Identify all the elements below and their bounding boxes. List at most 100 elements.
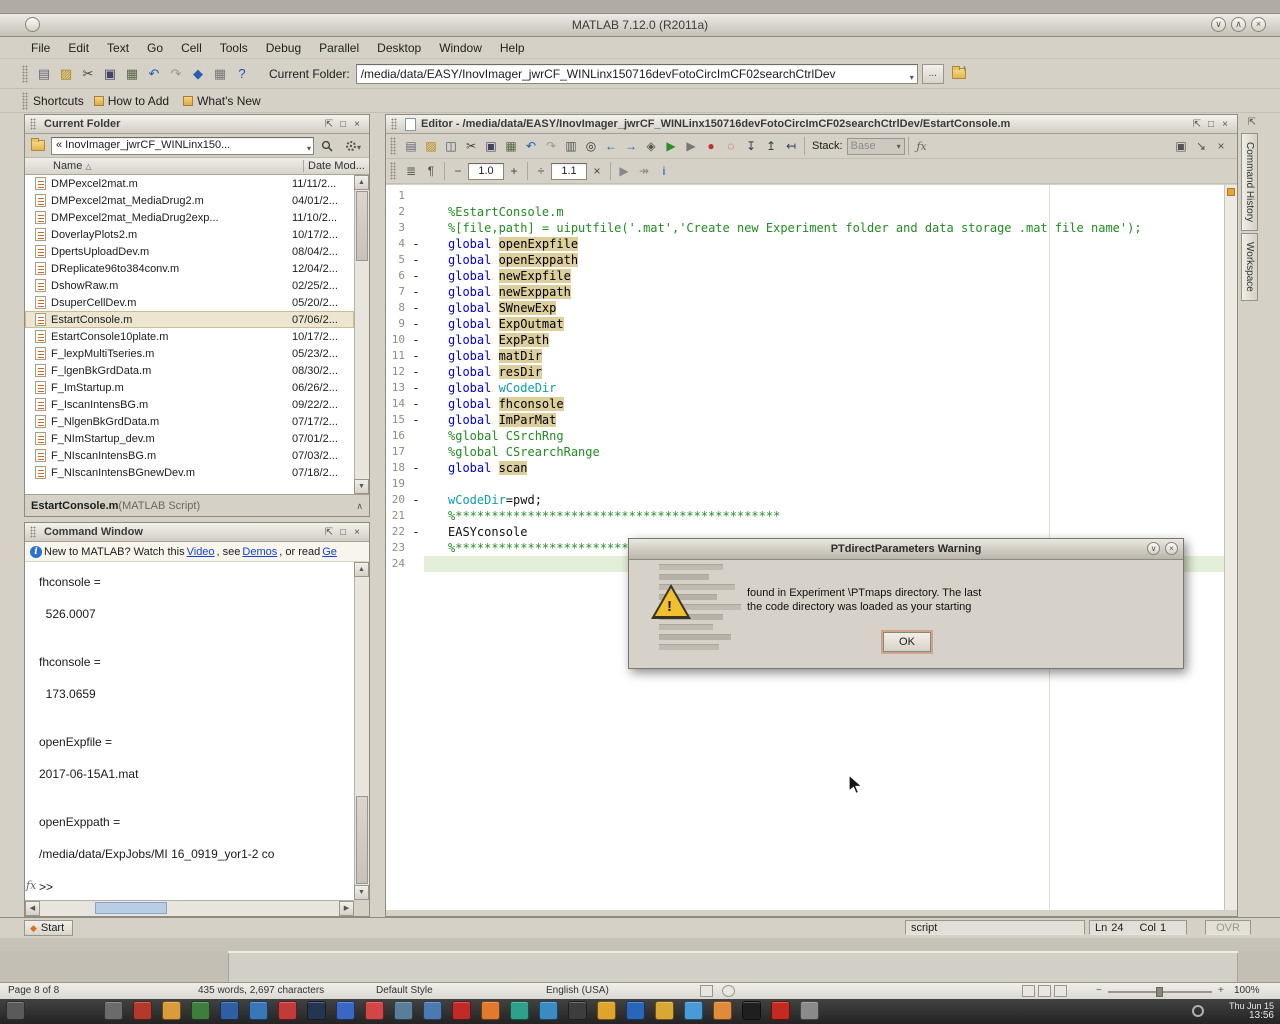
scrollbar-thumb[interactable] bbox=[356, 191, 368, 261]
taskbar-clock[interactable]: Thu Jun 15 13:56 bbox=[1229, 1001, 1274, 1021]
code-line[interactable]: 5-global openExppath bbox=[386, 252, 1224, 268]
close-window-button[interactable]: × bbox=[1251, 17, 1266, 32]
breakpoint-gutter[interactable]: - bbox=[408, 316, 424, 332]
close-icon[interactable]: × bbox=[350, 526, 364, 539]
scrollbar-up-icon[interactable]: ▲ bbox=[354, 562, 369, 577]
writer-word-count[interactable]: 435 words, 2,697 characters bbox=[198, 985, 324, 996]
breakpoint-gutter[interactable] bbox=[408, 556, 424, 572]
menu-item[interactable]: File bbox=[22, 38, 59, 58]
toolbar-drag-handle[interactable] bbox=[390, 162, 396, 180]
code-text[interactable]: global scan bbox=[424, 460, 527, 476]
breakpoint-gutter[interactable]: - bbox=[408, 364, 424, 380]
scrollbar-down-icon[interactable]: ▼ bbox=[354, 885, 369, 900]
dock-icon[interactable]: ↘ bbox=[1191, 136, 1211, 156]
code-text[interactable]: global newExppath bbox=[424, 284, 571, 300]
menu-item[interactable]: Edit bbox=[59, 38, 98, 58]
file-list-scrollbar[interactable]: ▲ ▼ bbox=[354, 175, 369, 494]
code-line[interactable]: 12-global resDir bbox=[386, 364, 1224, 380]
shortcut-item[interactable]: How to Add bbox=[94, 94, 169, 108]
cell-insert-icon[interactable]: ¶ bbox=[421, 161, 441, 181]
current-folder-titlebar[interactable]: Current Folder ⇱□× bbox=[25, 115, 369, 134]
breakpoint-gutter[interactable] bbox=[408, 428, 424, 444]
new-document-icon[interactable]: ▤ bbox=[401, 136, 421, 156]
run-icon[interactable]: ▶ bbox=[661, 136, 681, 156]
current-folder-path-input[interactable]: /media/data/EASY/InovImager_jwrCF_WINLin… bbox=[356, 64, 918, 84]
open-file-icon[interactable]: ▨ bbox=[55, 63, 77, 85]
menu-item[interactable]: Text bbox=[98, 38, 138, 58]
breakpoint-gutter[interactable] bbox=[408, 476, 424, 492]
show-desktop-icon[interactable] bbox=[6, 1001, 25, 1020]
file-row[interactable]: DoverlayPlots2.m 10/17/2... bbox=[25, 226, 354, 243]
value-field-1[interactable]: 1.0 bbox=[468, 163, 504, 180]
stack-dropdown[interactable]: Base bbox=[847, 138, 905, 155]
code-text[interactable] bbox=[424, 556, 448, 572]
breakpoint-gutter[interactable] bbox=[408, 508, 424, 524]
code-line[interactable]: 16%global CSrchRng bbox=[386, 428, 1224, 444]
close-icon[interactable]: × bbox=[1211, 136, 1231, 156]
breakpoint-clear-icon[interactable]: ◌ bbox=[721, 136, 741, 156]
file-row[interactable]: DshowRaw.m 02/25/2... bbox=[25, 277, 354, 294]
taskbar-app-icon[interactable] bbox=[626, 1001, 645, 1020]
code-line[interactable]: 19 bbox=[386, 476, 1224, 492]
taskbar-app-icon[interactable] bbox=[568, 1001, 587, 1020]
code-line[interactable]: 15-global ImParMat bbox=[386, 412, 1224, 428]
collapse-details-icon[interactable] bbox=[356, 500, 363, 512]
step-in-icon[interactable]: ↥ bbox=[761, 136, 781, 156]
zoom-in-icon[interactable]: + bbox=[1218, 985, 1224, 996]
maximize-icon[interactable]: □ bbox=[336, 526, 350, 539]
menu-item[interactable]: Debug bbox=[257, 38, 310, 58]
code-line[interactable]: 8-global SWnewExp bbox=[386, 300, 1224, 316]
code-text[interactable]: global newExpfile bbox=[424, 268, 571, 284]
panel-drag-handle[interactable] bbox=[30, 526, 36, 538]
cell-divider-icon[interactable]: ≣ bbox=[401, 161, 421, 181]
taskbar-app-icon[interactable] bbox=[510, 1001, 529, 1020]
code-line[interactable]: 4-global openExpfile bbox=[386, 236, 1224, 252]
file-row[interactable]: EstartConsole10plate.m 10/17/2... bbox=[25, 328, 354, 345]
name-column-header[interactable]: Name △ bbox=[25, 160, 303, 172]
find-files-icon[interactable]: ◈ bbox=[641, 136, 661, 156]
breakpoint-gutter[interactable]: - bbox=[408, 332, 424, 348]
taskbar-app-icon[interactable] bbox=[742, 1001, 761, 1020]
help-icon[interactable]: ? bbox=[231, 63, 253, 85]
undock-icon[interactable]: ⇱ bbox=[1245, 116, 1259, 129]
code-text[interactable]: global ImParMat bbox=[424, 412, 556, 428]
menu-item[interactable]: Cell bbox=[172, 38, 211, 58]
code-text[interactable]: %global CSrchRng bbox=[424, 428, 564, 444]
file-row[interactable]: F_NIscanIntensBG.m 07/03/2... bbox=[25, 447, 354, 464]
paste-icon[interactable]: ▦ bbox=[501, 136, 521, 156]
code-text[interactable]: global wCodeDir bbox=[424, 380, 556, 396]
code-line[interactable]: 11-global matDir bbox=[386, 348, 1224, 364]
view-multi-page-icon[interactable] bbox=[1038, 985, 1051, 997]
copy-icon[interactable]: ▣ bbox=[481, 136, 501, 156]
undock-icon[interactable]: ⇱ bbox=[1190, 118, 1204, 131]
divide-value-button[interactable]: ÷ bbox=[531, 161, 551, 181]
code-line[interactable]: 9-global ExpOutmat bbox=[386, 316, 1224, 332]
code-line[interactable]: 3%[file,path] = uiputfile('.mat','Create… bbox=[386, 220, 1224, 236]
breakpoint-gutter[interactable] bbox=[408, 204, 424, 220]
code-text[interactable]: global SWnewExp bbox=[424, 300, 556, 316]
vertical-tab[interactable]: Workspace bbox=[1241, 233, 1258, 301]
track-changes-icon[interactable] bbox=[722, 985, 735, 997]
ok-button[interactable]: OK bbox=[883, 632, 931, 652]
back-icon[interactable]: ← bbox=[601, 136, 621, 156]
scrollbar-right-icon[interactable]: ▶ bbox=[339, 901, 354, 916]
open-file-icon[interactable]: ▨ bbox=[421, 136, 441, 156]
forward-icon[interactable]: → bbox=[621, 136, 641, 156]
scrollbar-thumb[interactable] bbox=[95, 902, 167, 914]
menu-item[interactable]: Window bbox=[430, 38, 491, 58]
command-window-titlebar[interactable]: Command Window ⇱□× bbox=[25, 523, 369, 542]
file-row[interactable]: F_lgenBkGrdData.m 08/30/2... bbox=[25, 362, 354, 379]
browse-folder-button[interactable]: ... bbox=[922, 64, 944, 84]
step-icon[interactable]: ↧ bbox=[741, 136, 761, 156]
code-line[interactable]: 18-global scan bbox=[386, 460, 1224, 476]
code-text[interactable]: global matDir bbox=[424, 348, 542, 364]
file-row[interactable]: DpertsUploadDev.m 08/04/2... bbox=[25, 243, 354, 260]
file-row[interactable]: EstartConsole.m 07/06/2... bbox=[25, 311, 354, 328]
taskbar-app-icon[interactable] bbox=[104, 1001, 123, 1020]
breakpoint-gutter[interactable]: - bbox=[408, 524, 424, 540]
file-row[interactable]: F_lexpMultiTseries.m 05/23/2... bbox=[25, 345, 354, 362]
scrollbar-thumb[interactable] bbox=[356, 796, 368, 884]
increment-value-button[interactable]: + bbox=[504, 161, 524, 181]
code-line[interactable]: 10-global ExpPath bbox=[386, 332, 1224, 348]
code-text[interactable] bbox=[424, 476, 448, 492]
